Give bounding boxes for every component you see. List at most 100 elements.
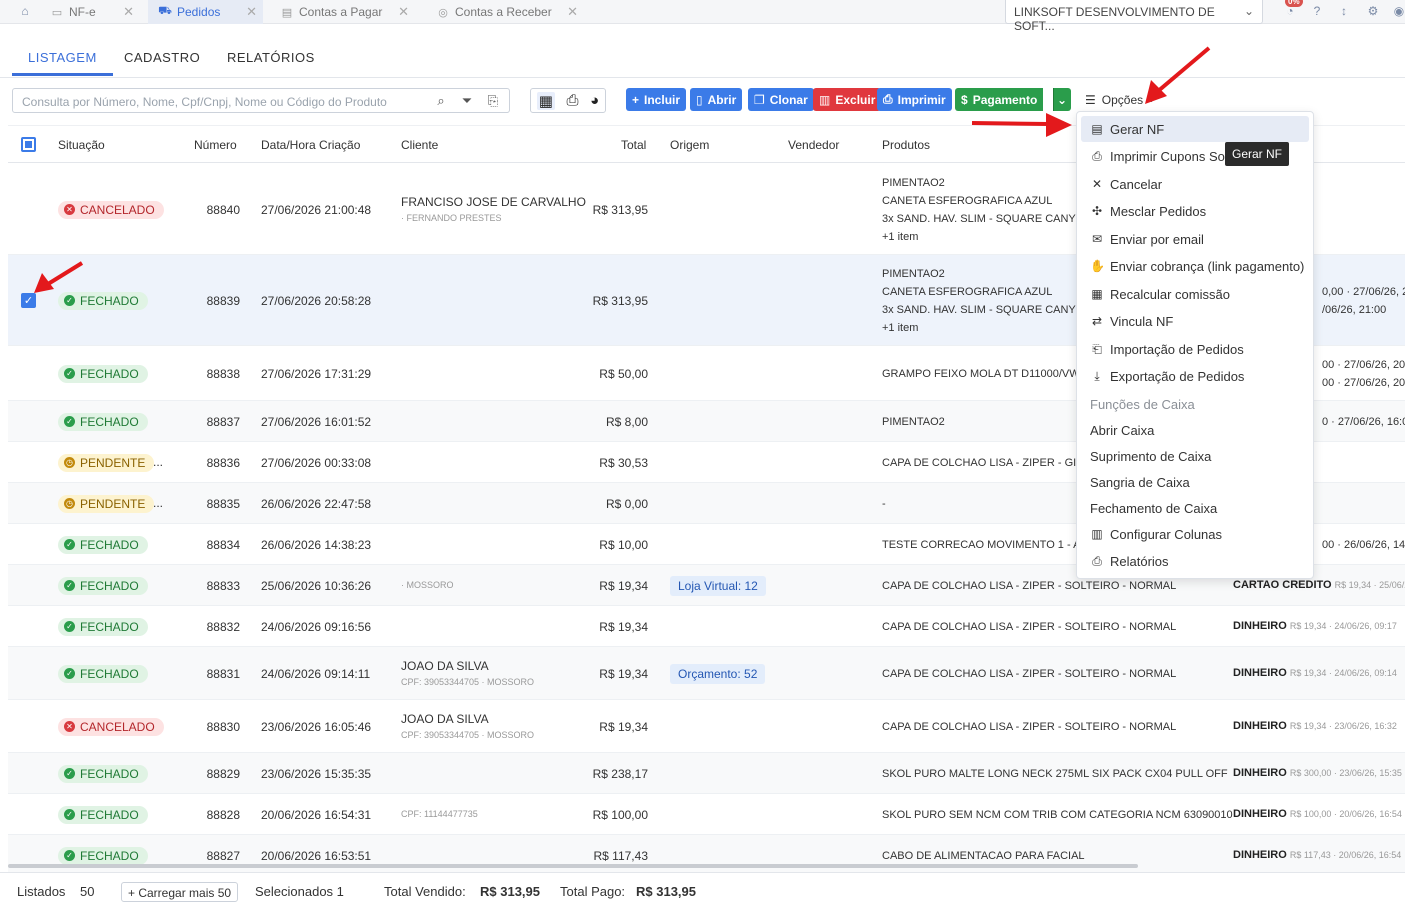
origin-tag[interactable]: Loja Virtual: 12	[670, 575, 766, 596]
product-line: CAPA DE COLCHAO LISA - ZIPER - SOLTEIRO …	[882, 667, 1177, 680]
tab-nfe[interactable]: ▭ NF-e ✕	[50, 0, 140, 24]
table-row[interactable]: ✕ CANCELADO 88830 23/06/2026 16:05:46 JOAO D…	[8, 700, 1405, 753]
excluir-button[interactable]: ▥ Excluir	[813, 88, 882, 111]
calculator-icon: ▦	[1091, 287, 1103, 301]
menu-item-configurar-colunas[interactable]: ▥ Configurar Colunas	[1081, 521, 1309, 547]
close-icon[interactable]: ✕	[398, 4, 409, 20]
table-row[interactable]: ✓ FECHADO 88827 20/06/2026 16:53:51 R$ 117,4…	[8, 835, 1405, 876]
order-number: 88835	[206, 496, 240, 511]
home-icon[interactable]: ⌂	[18, 4, 32, 18]
chart-icon[interactable]: ◕	[590, 92, 599, 109]
help-icon[interactable]: ?	[1310, 4, 1324, 18]
col-data[interactable]: Data/Hora Criação	[261, 138, 360, 152]
table-row[interactable]: ✓ FECHADO 88829 23/06/2026 15:35:35 R$ 238,1…	[8, 753, 1405, 794]
menu-item-cancelar[interactable]: ✕ Cancelar	[1081, 171, 1309, 197]
tab-contas-a-pagar[interactable]: ▤ Contas a Pagar ✕	[280, 0, 415, 24]
status-badge: ✓ FECHADO	[58, 576, 148, 595]
status-icon: ✕	[64, 204, 75, 215]
payment-info: 00 · 27/06/26, 20:57	[1322, 358, 1405, 371]
menu-item-sangria-de-caixa[interactable]: Sangria de Caixa	[1081, 469, 1309, 495]
product-line: 3x SAND. HAV. SLIM - SQUARE CANYON	[882, 303, 1093, 316]
annotation-arrow	[971, 113, 1072, 137]
col-numero[interactable]: Número	[194, 138, 237, 152]
more-ellipsis[interactable]: ...	[153, 496, 163, 510]
origin-tag[interactable]: Orçamento: 52	[670, 663, 766, 684]
tab-contas-a-receber[interactable]: ◎ Contas a Receber ✕	[436, 0, 584, 24]
abrir-button[interactable]: ▯ Abrir	[690, 88, 743, 111]
select-all-checkbox[interactable]	[21, 137, 36, 152]
menu-item-relatorios[interactable]: ⎙ Relatórios	[1081, 548, 1309, 574]
order-date: 27/06/2026 16:01:52	[261, 414, 372, 429]
close-icon[interactable]: ✕	[567, 4, 578, 20]
menu-item-recalcular-comissao[interactable]: ▦ Recalcular comissão	[1081, 281, 1309, 307]
order-date: 27/06/2026 00:33:08	[261, 455, 372, 470]
order-number: 88828	[206, 807, 240, 822]
company-select[interactable]: LINKSOFT DESENVOLVIMENTO DE SOFT... ⌄	[1005, 0, 1263, 33]
printer-icon: ⎙	[1092, 148, 1102, 163]
resize-icon[interactable]: ↕	[1337, 4, 1351, 18]
col-total[interactable]: Total	[621, 138, 646, 152]
table-row[interactable]: ✓ FECHADO 88831 24/06/2026 09:14:11 JOAO DA …	[8, 647, 1405, 700]
imprimir-button[interactable]: ⎙ Imprimir	[877, 88, 952, 111]
col-situacao[interactable]: Situação	[58, 138, 105, 152]
window-tab-bar: ⌂ ▭ NF-e ✕ ⛟ Pedidos ✕ ▤ Contas a Pagar ✕ ◎ Con…	[0, 0, 1405, 33]
menu-item-abrir-caixa[interactable]: Abrir Caixa	[1081, 417, 1309, 443]
envelope-icon: ✉	[1091, 232, 1103, 246]
table-view-icon[interactable]: ▦	[536, 91, 555, 110]
search-input[interactable]: Consulta por Número, Nome, Cpf/Cnpj, Nom…	[12, 88, 510, 113]
menu-item-vincula-nf[interactable]: ⇄ Vincula NF	[1081, 308, 1309, 334]
close-icon[interactable]: ✕	[123, 4, 134, 20]
product-line: GRAMPO FEIXO MOLA DT D11000/VW 1	[882, 367, 1089, 380]
menu-item-gerar-nf[interactable]: ▤ Gerar NF	[1081, 116, 1309, 142]
menu-item-fechamento-de-caixa[interactable]: Fechamento de Caixa	[1081, 495, 1309, 521]
more-ellipsis[interactable]: ...	[153, 455, 163, 469]
menu-item-enviar-por-email[interactable]: ✉ Enviar por email	[1081, 226, 1309, 252]
more-items[interactable]: +1 item	[882, 319, 918, 337]
bookmark-icon[interactable]: ⎘	[485, 93, 501, 109]
chevron-down-icon: ⌄	[1243, 4, 1254, 18]
product-line: SKOL PURO MALTE LONG NECK 275ML SIX PACK…	[882, 767, 1228, 780]
copy-icon: ❐	[754, 92, 765, 107]
menu-icon: ☰	[1085, 92, 1096, 107]
payment-info: DINHEIRO R$ 300,00 · 23/06/26, 15:35	[1233, 766, 1402, 779]
menu-item-suprimento-de-caixa[interactable]: Suprimento de Caixa	[1081, 443, 1309, 469]
col-vendedor[interactable]: Vendedor	[788, 138, 839, 152]
search-icon[interactable]: ⌕	[433, 93, 449, 109]
footer-bar: Listados 50 + Carregar mais 50 Seleciona…	[0, 872, 1405, 902]
client-info: · MOSSORO	[401, 579, 454, 590]
horizontal-scrollbar[interactable]	[8, 864, 1138, 868]
col-cliente[interactable]: Cliente	[401, 138, 438, 152]
carregar-mais-button[interactable]: + Carregar mais 50	[121, 882, 239, 902]
menu-item-exportacao-de-pedidos[interactable]: ⤓ Exportação de Pedidos	[1081, 363, 1309, 389]
status-badge: ✓ FECHADO	[58, 412, 148, 431]
more-items[interactable]: +1 item	[882, 228, 918, 246]
close-icon[interactable]: ✕	[246, 4, 257, 20]
pagamento-button[interactable]: $ Pagamento	[955, 88, 1044, 111]
payment-info: CARTAO CREDITO R$ 19,34 · 25/06/2	[1233, 578, 1405, 591]
printer-icon[interactable]: ⎙	[567, 92, 579, 109]
status-icon: ✕	[64, 721, 75, 732]
plus-icon: +	[632, 92, 640, 107]
menu-item-mesclar-pedidos[interactable]: ✣ Mesclar Pedidos	[1081, 198, 1309, 224]
status-icon: ✓	[64, 850, 75, 861]
user-icon[interactable]: ◉	[1392, 4, 1405, 18]
filter-icon[interactable]: ⏷	[459, 93, 475, 109]
col-produtos[interactable]: Produtos	[882, 138, 930, 152]
dollar-icon: $	[961, 92, 968, 107]
status-icon: ✓	[64, 668, 75, 679]
tab-listagem[interactable]: LISTAGEM	[12, 46, 113, 76]
robot-icon[interactable]: ⚙	[1366, 4, 1380, 18]
table-row[interactable]: ✓ FECHADO 88828 20/06/2026 16:54:31 CPF: 111…	[8, 794, 1405, 835]
clonar-button[interactable]: ❐ Clonar	[748, 88, 814, 111]
order-number: 88832	[206, 619, 240, 634]
pagamento-dropdown[interactable]: ⌄	[1053, 88, 1071, 111]
incluir-button[interactable]: + Incluir	[626, 88, 687, 111]
table-row[interactable]: ✓ FECHADO 88832 24/06/2026 09:16:56 R$ 19,34…	[8, 606, 1405, 647]
menu-item-importacao-de-pedidos[interactable]: ⎗ Importação de Pedidos	[1081, 336, 1309, 362]
status-icon: ✓	[64, 368, 75, 379]
col-origem[interactable]: Origem	[670, 138, 709, 152]
tab-pedidos[interactable]: ⛟ Pedidos ✕	[148, 0, 263, 24]
menu-item-enviar-cobranca-link-pagamento[interactable]: ✋ Enviar cobrança (link pagamento)	[1081, 253, 1309, 279]
tab-relatorios[interactable]: RELATÓRIOS	[227, 46, 315, 76]
tab-cadastro[interactable]: CADASTRO	[124, 46, 200, 76]
